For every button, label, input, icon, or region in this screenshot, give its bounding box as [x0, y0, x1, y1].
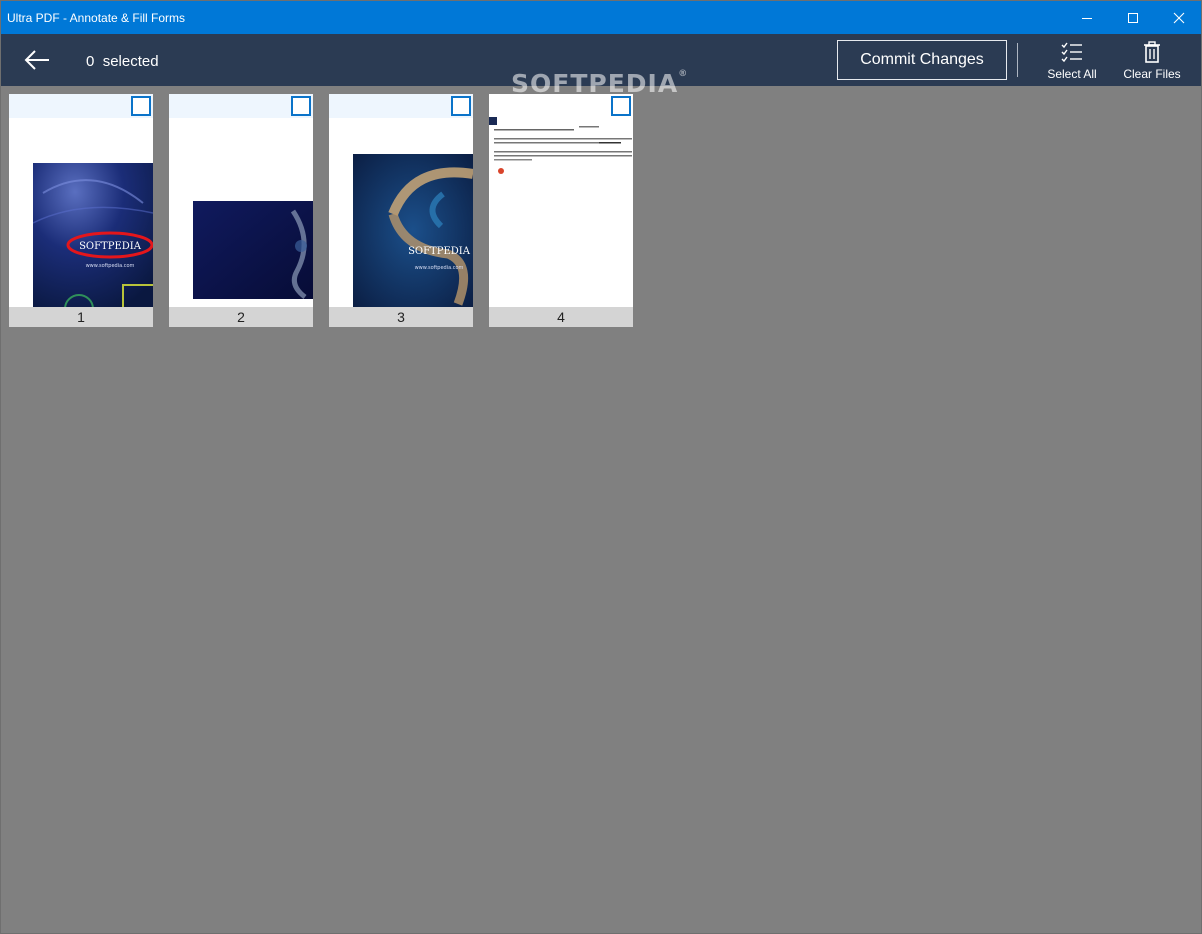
page-thumbnail[interactable]: SOFTPEDIA www.softpedia.com 3	[329, 94, 473, 327]
page-preview: SOFTPEDIA www.softpedia.com	[33, 163, 153, 307]
page-thumbnail[interactable]: SOFTPEDIA www.softpedia.com 1	[9, 94, 153, 327]
page-checkbox[interactable]	[451, 96, 471, 116]
close-button[interactable]	[1156, 1, 1202, 34]
page-preview: SOFTPEDIA www.softpedia.com	[353, 154, 473, 307]
page-checkbox[interactable]	[611, 96, 631, 116]
checklist-icon	[1061, 42, 1082, 63]
svg-text:www.softpedia.com: www.softpedia.com	[415, 265, 464, 271]
select-all-label: Select All	[1047, 67, 1097, 81]
minimize-button[interactable]	[1064, 1, 1110, 34]
page-number: 3	[329, 307, 473, 327]
selected-count: 0	[86, 53, 95, 70]
select-all-button[interactable]: Select All	[1034, 38, 1110, 84]
title-bar: Ultra PDF - Annotate & Fill Forms	[1, 1, 1201, 34]
svg-text:SOFTPEDIA: SOFTPEDIA	[408, 246, 471, 257]
toolbar-divider	[1017, 43, 1018, 77]
clear-files-button[interactable]: Clear Files	[1114, 38, 1190, 84]
window-title: Ultra PDF - Annotate & Fill Forms	[7, 11, 186, 25]
app-bar: 0 selected Commit Changes Select All Cle…	[1, 34, 1201, 86]
page-number: 1	[9, 307, 153, 327]
app-window: Ultra PDF - Annotate & Fill Forms 0 sele…	[0, 0, 1202, 934]
clear-files-label: Clear Files	[1123, 67, 1181, 81]
page-checkbox[interactable]	[291, 96, 311, 116]
page-checkbox[interactable]	[131, 96, 151, 116]
page-number: 4	[489, 307, 633, 327]
selected-label: selected	[102, 53, 159, 70]
close-icon	[1173, 12, 1185, 23]
minimize-icon	[1082, 17, 1092, 19]
back-button[interactable]	[15, 40, 59, 80]
maximize-icon	[1128, 12, 1138, 23]
page-preview	[489, 116, 633, 176]
svg-text:SOFTPEDIA: SOFTPEDIA	[79, 241, 142, 252]
trash-icon	[1144, 41, 1160, 63]
selection-counter: 0 selected	[86, 53, 159, 70]
page-preview	[193, 201, 313, 299]
commit-changes-button[interactable]: Commit Changes	[837, 40, 1007, 80]
page-number: 2	[169, 307, 313, 327]
svg-text:www.softpedia.com: www.softpedia.com	[86, 263, 135, 269]
page-thumbnail[interactable]: 4	[489, 94, 633, 327]
page-thumbnail[interactable]: 2	[169, 94, 313, 327]
maximize-button[interactable]	[1110, 1, 1156, 34]
arrow-left-icon	[24, 50, 49, 70]
